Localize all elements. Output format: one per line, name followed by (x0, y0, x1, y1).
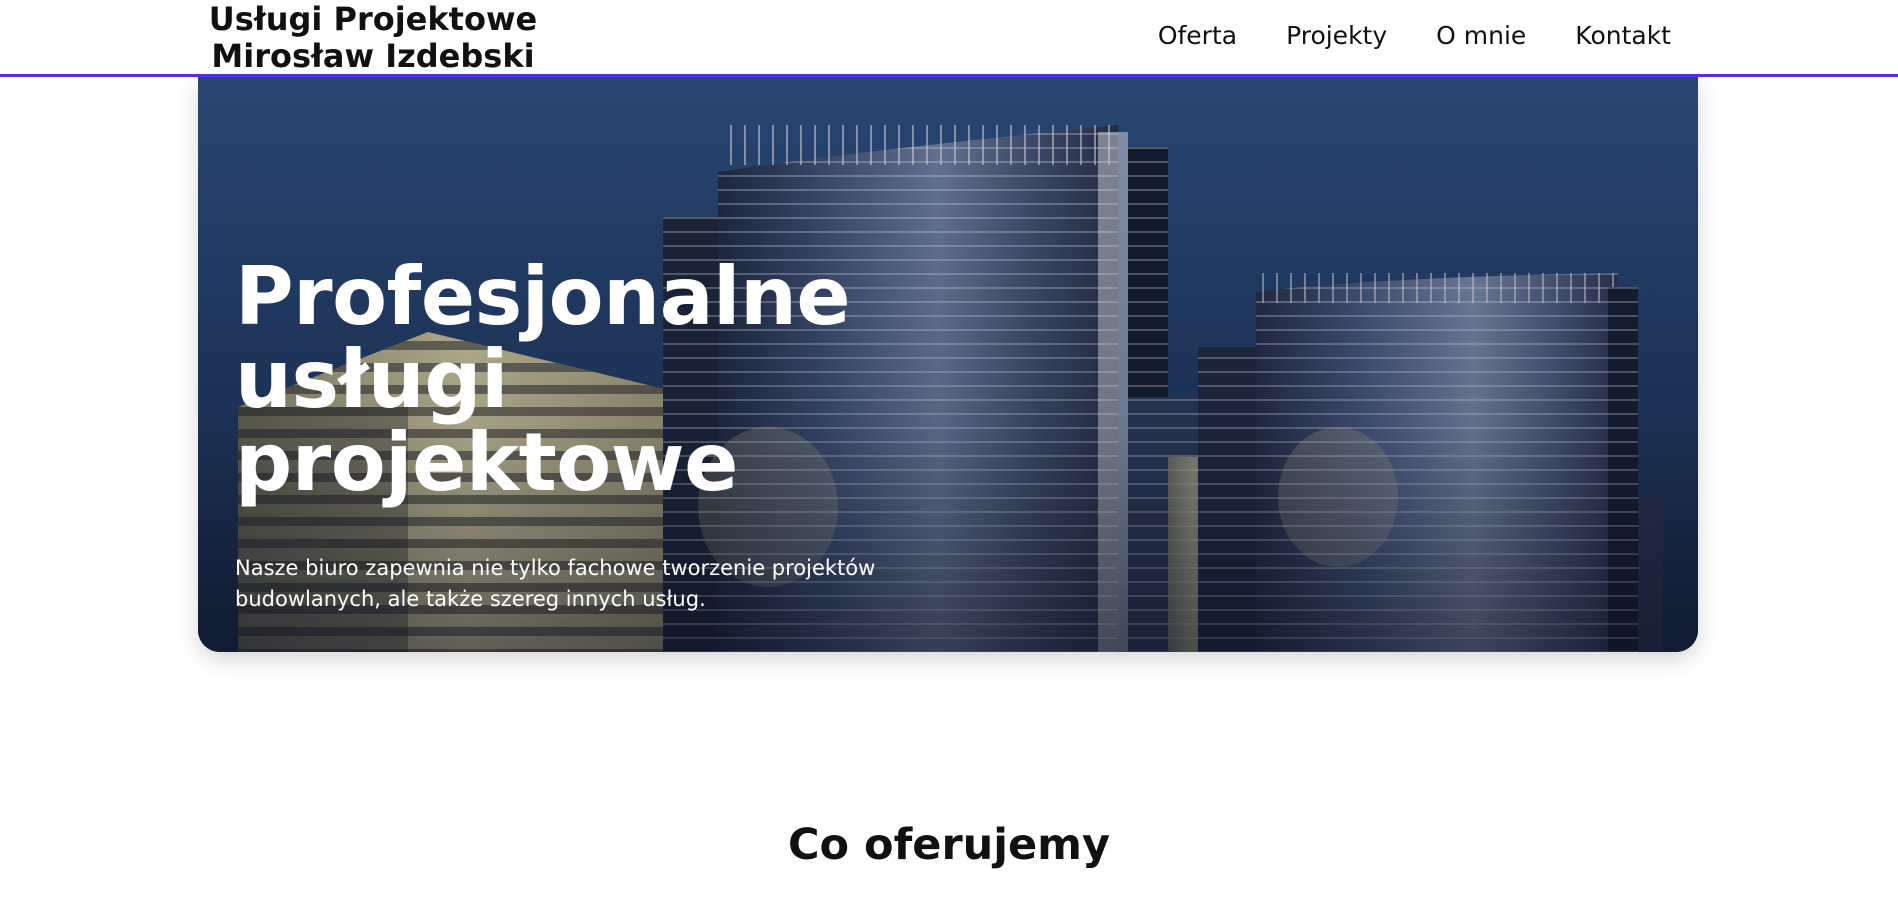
nav-item-projekty[interactable]: Projekty (1286, 20, 1387, 52)
site-logo[interactable]: Usługi Projektowe Mirosław Izdebski (208, 1, 538, 75)
hero-description: Nasze biuro zapewnia nie tylko fachowe t… (235, 556, 876, 611)
hero-title: Profesjonalne usługi projektowe (235, 250, 851, 509)
nav-item-oferta[interactable]: Oferta (1158, 20, 1237, 52)
brand-line-1: Usługi Projektowe (208, 0, 538, 38)
nav-item-kontakt[interactable]: Kontakt (1575, 20, 1671, 52)
nav-item-o-mnie[interactable]: O mnie (1436, 20, 1526, 52)
main-nav: Oferta Projekty O mnie Kontakt (1158, 20, 1671, 52)
site-header: Usługi Projektowe Mirosław Izdebski Ofer… (0, 0, 1898, 77)
hero-banner: Profesjonalne usługi projektowe Nasze bi… (198, 77, 1698, 652)
offer-section-title: Co oferujemy (787, 820, 1111, 870)
brand-line-2: Mirosław Izdebski (211, 37, 535, 75)
